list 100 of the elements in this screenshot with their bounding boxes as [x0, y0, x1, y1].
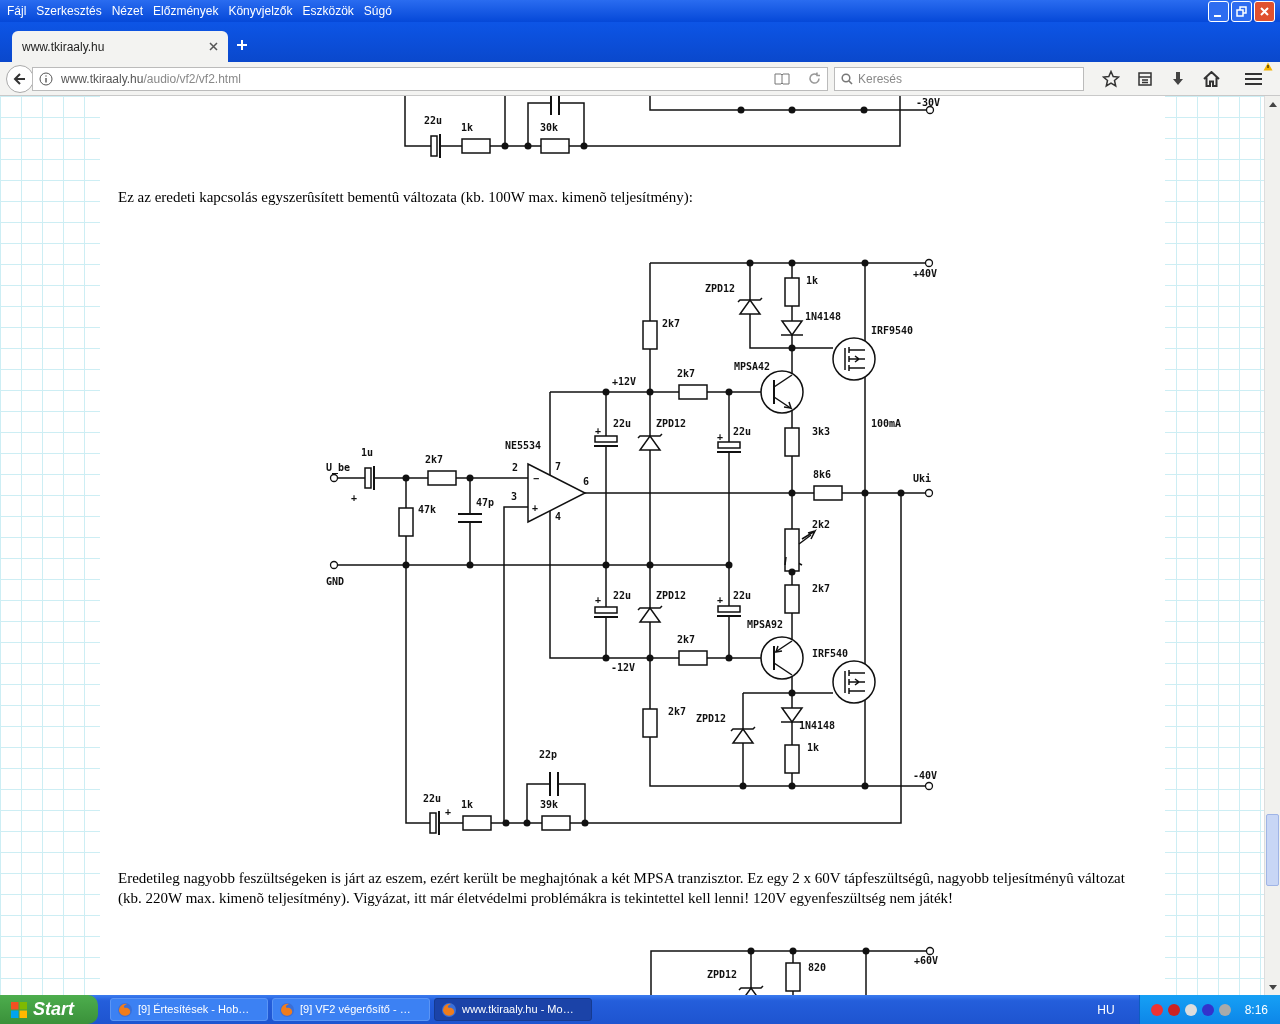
windows-flag-icon [10, 1000, 28, 1019]
paragraph: Ez az eredeti kapcsolás egyszerûsített bementû változata (kb. 100W max. kimenõ teljesítmény): [118, 188, 694, 206]
bookmarks-list-icon[interactable] [1137, 70, 1153, 87]
schematic-label: 22u [424, 115, 443, 126]
scroll-up-icon[interactable] [1268, 101, 1277, 107]
schematic-label: 1k [461, 122, 474, 133]
browser-tab[interactable]: www.tkiraaly.hu [12, 31, 228, 62]
schematic-label: +40V [913, 268, 938, 279]
schematic-label: GND [326, 576, 345, 587]
close-button[interactable] [1254, 0, 1275, 22]
back-button[interactable] [6, 64, 34, 93]
schematic-label: ZPD12 [696, 713, 727, 724]
new-tab-icon[interactable] [236, 39, 248, 51]
home-icon[interactable] [1203, 70, 1220, 87]
schematic-label: -40V [913, 770, 938, 781]
menu-item[interactable]: Könyvjelzők [223, 2, 298, 20]
schematic-label: 30k [540, 122, 559, 133]
taskbar-item[interactable]: [9] VF2 végerősítő - … [272, 998, 430, 1021]
schematic-label: +12V [612, 376, 637, 387]
schematic-label: 47p [476, 497, 495, 508]
schematic-label: 2k2 [812, 519, 831, 530]
language-indicator[interactable]: HU [1097, 1000, 1115, 1019]
browser-icon [441, 1001, 457, 1018]
schematic-label: ZPD12 [705, 283, 736, 294]
minimize-icon [1213, 15, 1221, 17]
search-field[interactable]: Keresés [834, 66, 1084, 91]
info-icon[interactable] [39, 71, 53, 86]
tray-icon[interactable] [1183, 1002, 1198, 1017]
browser-icon [279, 1001, 295, 1018]
menu-item[interactable]: Eszközök [297, 2, 359, 20]
scroll-down-icon[interactable] [1268, 984, 1277, 990]
restore-button[interactable] [1231, 0, 1252, 22]
menu-item[interactable]: Súgó [358, 2, 397, 20]
back-arrow-icon [13, 71, 27, 86]
schematic-label: 39k [540, 799, 559, 810]
schematic-label: NE5534 [505, 440, 542, 451]
scrollbar[interactable] [1264, 96, 1280, 995]
schematic-label: 3 [511, 491, 518, 502]
schematic-label: IRF540 [812, 648, 849, 659]
reload-icon[interactable] [808, 72, 821, 85]
schematic-label: MPSA92 [747, 619, 784, 630]
schematic-label: 1k [807, 742, 820, 753]
schematic-label: 2k7 [668, 706, 687, 717]
start-button[interactable]: Start [0, 995, 98, 1024]
schematic-label: 2k7 [662, 318, 681, 329]
schematic-label: 1u [361, 447, 374, 458]
schematic-label: 6 [583, 476, 590, 487]
restore-icon [1236, 5, 1247, 17]
menu-item[interactable]: Előzmények [148, 2, 224, 20]
clock: 8:16 [1244, 1001, 1268, 1019]
schematic-label: ZPD12 [707, 969, 738, 980]
download-icon[interactable] [1170, 70, 1186, 87]
reader-view-icon[interactable] [774, 72, 790, 85]
schematic-label: 2k7 [677, 634, 696, 645]
bookmark-star-icon[interactable] [1102, 69, 1120, 88]
schematic-label: Uki [913, 473, 932, 484]
schematic-label: MPSA42 [734, 361, 771, 372]
schematic-label: 47k [418, 504, 437, 515]
schematic-label: 2 [512, 462, 519, 473]
paragraph: Eredetileg nagyobb feszültségeken is járt az eszem, ezért került be meghajtónak a két MPSA tranzisztor. Ez egy 2 x 60V tápfeszültségû, nagyobb teljesítményû változat (kb. 220W max. kimenõ teljesítmény). Vigyázat, itt már életvédelmi problémákra is tekintettel kell lenni! 120V egyenfeszültség nem játék! [118, 869, 1126, 908]
schematic-label: 820 [808, 962, 827, 973]
schematic-label: 1N4148 [805, 311, 842, 322]
close-icon [1259, 5, 1270, 17]
schematic-label: + [717, 431, 724, 442]
schematic-label: 22u [733, 426, 752, 437]
schematic-label: + [351, 492, 358, 503]
taskbar-item[interactable]: [9] Értesítések - Hob… [110, 998, 268, 1021]
schematic-label: 3k3 [812, 426, 831, 437]
close-icon[interactable] [209, 42, 218, 51]
url-text: www.tkiraaly.hu/audio/vf2/vf2.html [61, 70, 241, 88]
schematic-label: 2k7 [677, 368, 696, 379]
menu-item[interactable]: Szerkesztés [31, 2, 107, 20]
schematic-label: + [445, 806, 452, 817]
schematic-label: + [717, 594, 724, 605]
schematic-label: 7 [555, 461, 562, 472]
schematic-label: +60V [914, 955, 939, 966]
schematic-label: 4 [555, 511, 562, 522]
schematic-label: U_be [326, 462, 351, 473]
schematic-label: 2k7 [812, 583, 831, 594]
scrollbar-thumb[interactable] [1266, 814, 1279, 886]
schematic-label: 1k [806, 275, 819, 286]
schematic-label: 22u [733, 590, 752, 601]
warning-icon [1263, 61, 1273, 71]
search-icon [841, 72, 853, 85]
schematic-label: IRF9540 [871, 325, 914, 336]
browser-icon [117, 1001, 133, 1018]
minimize-button[interactable] [1208, 0, 1229, 22]
schematic-label: 100mA [871, 418, 902, 429]
schematic-label: -30V [916, 97, 941, 108]
schematic-label: 22u [423, 793, 442, 804]
tray-icon[interactable] [1200, 1002, 1215, 1017]
schematic-label: -12V [611, 662, 636, 673]
menu-item[interactable]: Fájl [2, 2, 32, 20]
taskbar-item[interactable]: www.tkiraaly.hu - Mo… [434, 998, 592, 1021]
address-field[interactable]: www.tkiraaly.hu/audio/vf2/vf2.html [32, 66, 828, 91]
schematic-label: 1N4148 [799, 720, 836, 731]
schematic-label: ZPD12 [656, 590, 687, 601]
schematic-label: 22u [613, 590, 632, 601]
schematic-label: + [595, 594, 602, 605]
menu-item[interactable]: Nézet [106, 2, 149, 20]
